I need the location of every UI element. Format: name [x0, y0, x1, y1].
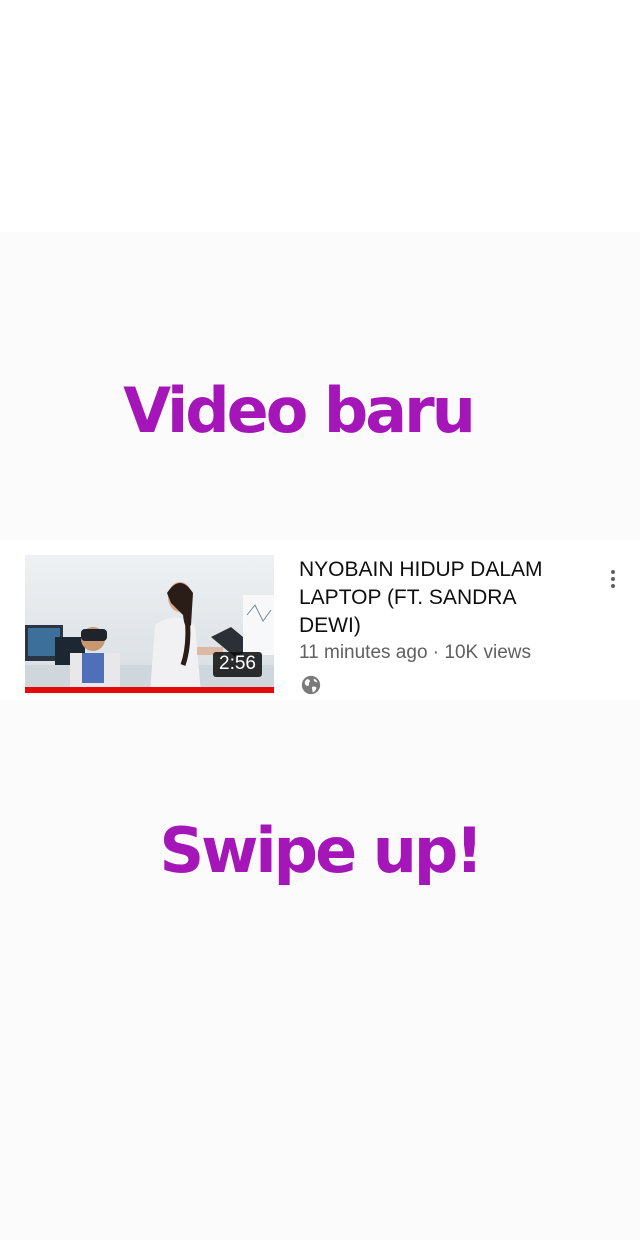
video-meta: 11 minutes ago · 10K views — [299, 642, 531, 664]
watched-progress-bar — [25, 687, 274, 693]
duration-badge: 2:56 — [213, 652, 262, 677]
video-list-item[interactable]: 2:56 NYOBAIN HIDUP DALAM LAPTOP (FT. SAN… — [0, 540, 640, 700]
video-age: 11 minutes ago — [299, 642, 428, 663]
headline-video-baru: Video baru — [123, 374, 476, 447]
video-views: 10K views — [444, 642, 532, 663]
more-vert-icon-dot — [611, 577, 615, 581]
globe-icon — [301, 675, 321, 695]
more-vert-icon-dot — [611, 584, 615, 588]
meta-separator: · — [432, 642, 440, 663]
more-vert-icon-dot — [611, 570, 615, 574]
video-thumbnail[interactable]: 2:56 — [25, 555, 274, 693]
headline-swipe-up: Swipe up! — [159, 814, 484, 887]
top-blank-area — [0, 0, 640, 232]
more-options-button[interactable] — [598, 564, 628, 594]
video-title[interactable]: NYOBAIN HIDUP DALAM LAPTOP (FT. SANDRA D… — [299, 556, 579, 640]
